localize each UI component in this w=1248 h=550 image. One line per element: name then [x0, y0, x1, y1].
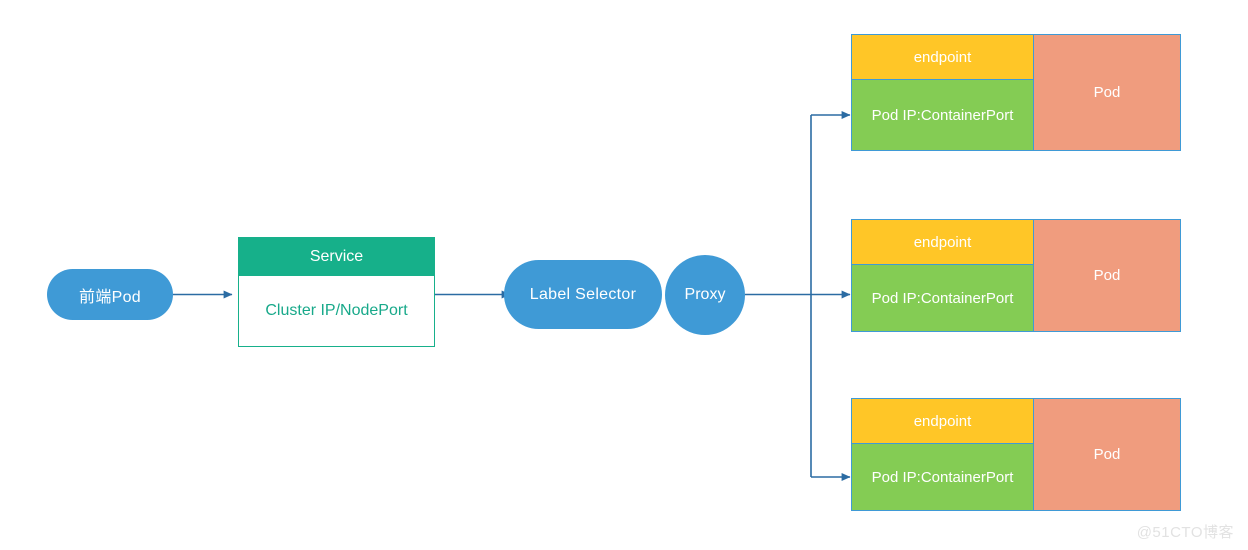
pod-cell[interactable]: Pod	[1034, 399, 1180, 510]
pod-ip-cell[interactable]: Pod IP:ContainerPort	[852, 444, 1034, 510]
service-body: Cluster IP/NodePort	[239, 276, 434, 346]
service-body-label: Cluster IP/NodePort	[265, 302, 408, 319]
pod-endpoint-column: endpoint Pod IP:ContainerPort	[852, 399, 1034, 510]
pod-group[interactable]: endpoint Pod IP:ContainerPort Pod	[851, 398, 1181, 511]
pod-ip-label: Pod IP:ContainerPort	[871, 468, 1014, 486]
pod-ip-label: Pod IP:ContainerPort	[871, 289, 1014, 307]
endpoint-label: endpoint	[913, 412, 972, 430]
endpoint-label: endpoint	[913, 48, 972, 66]
pod-group[interactable]: endpoint Pod IP:ContainerPort Pod	[851, 34, 1181, 151]
pod-cell[interactable]: Pod	[1034, 35, 1180, 150]
node-label-selector-label: Label Selector	[529, 285, 637, 303]
pod-label: Pod	[1093, 267, 1121, 284]
node-label-selector[interactable]: Label Selector	[504, 260, 662, 329]
watermark: @51CTO博客	[1136, 524, 1234, 541]
node-service[interactable]: Service Cluster IP/NodePort	[238, 237, 435, 347]
node-proxy-label: Proxy	[684, 286, 726, 303]
node-proxy[interactable]: Proxy	[665, 255, 745, 335]
service-header-label: Service	[309, 248, 364, 265]
endpoint-cell[interactable]: endpoint	[852, 35, 1034, 80]
pod-label: Pod	[1093, 446, 1121, 463]
pod-ip-cell[interactable]: Pod IP:ContainerPort	[852, 80, 1034, 150]
endpoint-label: endpoint	[913, 233, 972, 251]
pod-endpoint-column: endpoint Pod IP:ContainerPort	[852, 35, 1034, 150]
service-header: Service	[239, 238, 434, 276]
node-frontend-pod-label: 前端Pod	[79, 288, 141, 306]
pod-ip-label: Pod IP:ContainerPort	[871, 106, 1014, 124]
pod-group[interactable]: endpoint Pod IP:ContainerPort Pod	[851, 219, 1181, 332]
endpoint-cell[interactable]: endpoint	[852, 220, 1034, 265]
pod-cell[interactable]: Pod	[1034, 220, 1180, 331]
pod-endpoint-column: endpoint Pod IP:ContainerPort	[852, 220, 1034, 331]
pod-ip-cell[interactable]: Pod IP:ContainerPort	[852, 265, 1034, 331]
diagram-canvas: 前端Pod Service Cluster IP/NodePort Label …	[0, 0, 1248, 550]
pod-label: Pod	[1093, 84, 1121, 101]
endpoint-cell[interactable]: endpoint	[852, 399, 1034, 444]
node-frontend-pod[interactable]: 前端Pod	[47, 269, 173, 320]
